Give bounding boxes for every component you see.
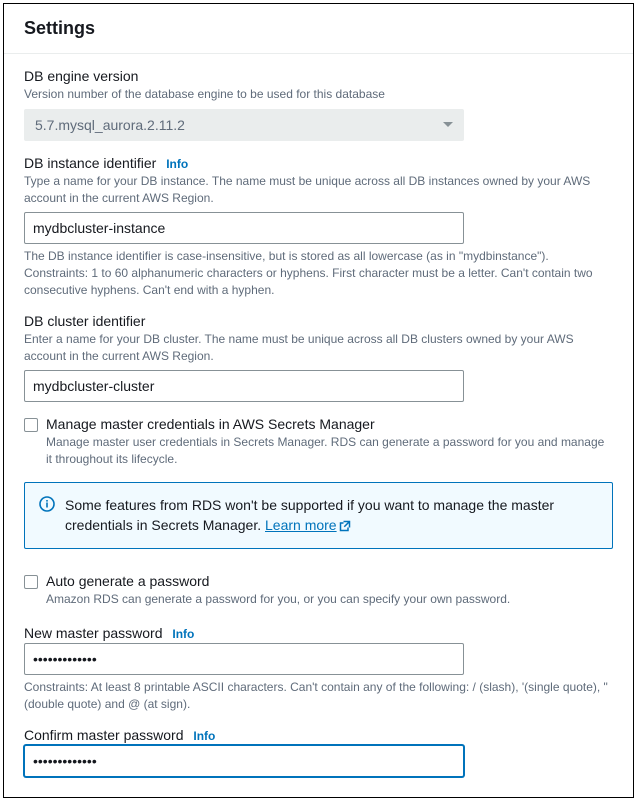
field-engine-version: DB engine version Version number of the … <box>24 68 613 141</box>
confirm-password-input[interactable] <box>24 745 464 777</box>
cluster-id-label: DB cluster identifier <box>24 313 613 329</box>
field-instance-id: DB instance identifier Info Type a name … <box>24 155 613 299</box>
field-secrets-manager: Manage master credentials in AWS Secrets… <box>24 416 613 468</box>
secrets-manager-desc: Manage master user credentials in Secret… <box>46 434 613 468</box>
chevron-down-icon <box>443 122 453 127</box>
field-auto-generate: Auto generate a password Amazon RDS can … <box>24 573 613 608</box>
info-alert: Some features from RDS won't be supporte… <box>24 482 613 549</box>
secrets-manager-label: Manage master credentials in AWS Secrets… <box>46 416 613 432</box>
instance-id-info-link[interactable]: Info <box>166 157 188 171</box>
instance-id-help: The DB instance identifier is case-insen… <box>24 248 613 298</box>
auto-generate-label: Auto generate a password <box>46 573 613 589</box>
confirm-password-label: Confirm master password Info <box>24 727 613 743</box>
learn-more-link[interactable]: Learn more <box>265 517 351 533</box>
field-confirm-password: Confirm master password Info <box>24 727 613 777</box>
engine-version-desc: Version number of the database engine to… <box>24 86 613 103</box>
new-password-input[interactable] <box>24 643 464 675</box>
panel-body: DB engine version Version number of the … <box>4 54 633 797</box>
new-password-label-text: New master password <box>24 625 163 641</box>
cluster-id-desc: Enter a name for your DB cluster. The na… <box>24 331 613 365</box>
auto-generate-checkbox[interactable] <box>24 575 38 589</box>
instance-id-input[interactable] <box>24 212 464 244</box>
cluster-id-input[interactable] <box>24 370 464 402</box>
engine-version-select[interactable]: 5.7.mysql_aurora.2.11.2 <box>24 109 464 141</box>
secrets-manager-content: Manage master credentials in AWS Secrets… <box>46 416 613 468</box>
new-password-label: New master password Info <box>24 625 613 641</box>
auto-generate-desc: Amazon RDS can generate a password for y… <box>46 591 613 608</box>
auto-generate-content: Auto generate a password Amazon RDS can … <box>46 573 613 608</box>
learn-more-text: Learn more <box>265 517 337 533</box>
engine-version-label: DB engine version <box>24 68 613 84</box>
field-new-password: New master password Info Constraints: At… <box>24 625 613 713</box>
panel-header: Settings <box>4 4 633 54</box>
confirm-password-info-link[interactable]: Info <box>193 729 215 743</box>
confirm-password-label-text: Confirm master password <box>24 727 184 743</box>
settings-panel: Settings DB engine version Version numbe… <box>3 3 634 798</box>
new-password-help: Constraints: At least 8 printable ASCII … <box>24 679 613 713</box>
info-icon <box>39 496 55 512</box>
external-link-icon <box>339 520 351 532</box>
new-password-info-link[interactable]: Info <box>172 627 194 641</box>
instance-id-desc: Type a name for your DB instance. The na… <box>24 173 613 207</box>
instance-id-label-text: DB instance identifier <box>24 155 156 171</box>
engine-version-value: 5.7.mysql_aurora.2.11.2 <box>35 117 185 133</box>
panel-title: Settings <box>24 18 613 39</box>
info-alert-text: Some features from RDS won't be supporte… <box>65 495 598 536</box>
instance-id-label: DB instance identifier Info <box>24 155 613 171</box>
secrets-manager-checkbox[interactable] <box>24 418 38 432</box>
field-cluster-id: DB cluster identifier Enter a name for y… <box>24 313 613 403</box>
